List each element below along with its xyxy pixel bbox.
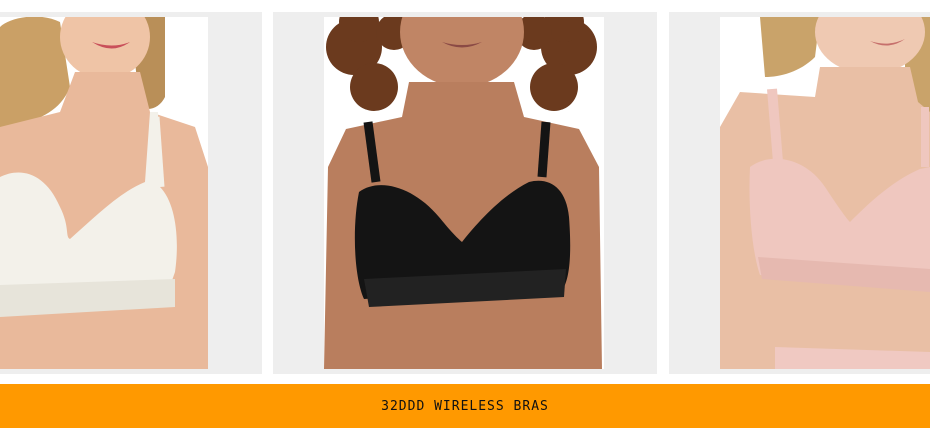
product-image-carousel [0, 12, 930, 374]
product-photo-black-bra[interactable] [324, 17, 604, 369]
white-bra-image [0, 17, 208, 369]
product-photo-white-bra[interactable] [0, 17, 208, 369]
blush-bra-image [720, 17, 930, 369]
category-banner[interactable]: 32DDD WIRELESS BRAS [0, 384, 930, 428]
product-card-white-bra[interactable] [0, 12, 262, 374]
wireless-bras-carousel-page: 32DDD WIRELESS BRAS [0, 0, 930, 428]
product-card-blush-bra[interactable] [669, 12, 930, 374]
black-bra-image [324, 17, 604, 369]
category-banner-label[interactable]: 32DDD WIRELESS BRAS [381, 399, 549, 414]
product-card-black-bra[interactable] [273, 12, 657, 374]
product-photo-blush-bra[interactable] [720, 17, 930, 369]
